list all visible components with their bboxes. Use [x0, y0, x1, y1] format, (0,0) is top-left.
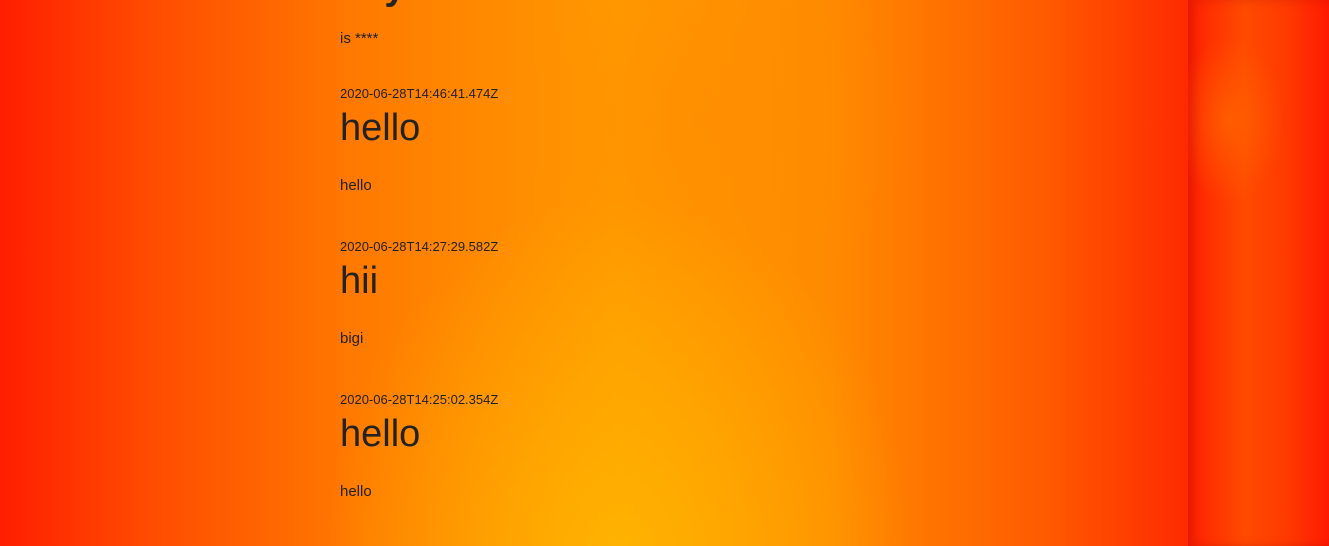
post-title: hii — [340, 260, 379, 302]
post-item: 2020-06-28T14:25:02.354Z hello hello — [340, 392, 498, 501]
post-body: is **** — [340, 30, 379, 47]
page-background — [0, 0, 1188, 546]
post-title: hey — [340, 0, 405, 9]
post-title: hello — [340, 107, 421, 149]
page-background-edge — [1188, 0, 1329, 546]
post-body: hello — [340, 177, 372, 194]
post-timestamp: 2020-06-28T14:27:29.582Z — [340, 239, 499, 254]
post-body: bigi — [340, 330, 364, 347]
post-body: hello — [340, 483, 372, 500]
post-timestamp: 2020-06-28T14:25:02.354Z — [340, 392, 499, 407]
post-item: 2020-06-28T14:27:29.582Z hii bigi — [340, 239, 498, 348]
post-item: 2020-06-28T14:46:41.474Z hello hello — [340, 86, 498, 195]
post-timestamp: 2020-06-28T14:46:41.474Z — [340, 86, 499, 101]
post-title: hello — [340, 413, 421, 455]
